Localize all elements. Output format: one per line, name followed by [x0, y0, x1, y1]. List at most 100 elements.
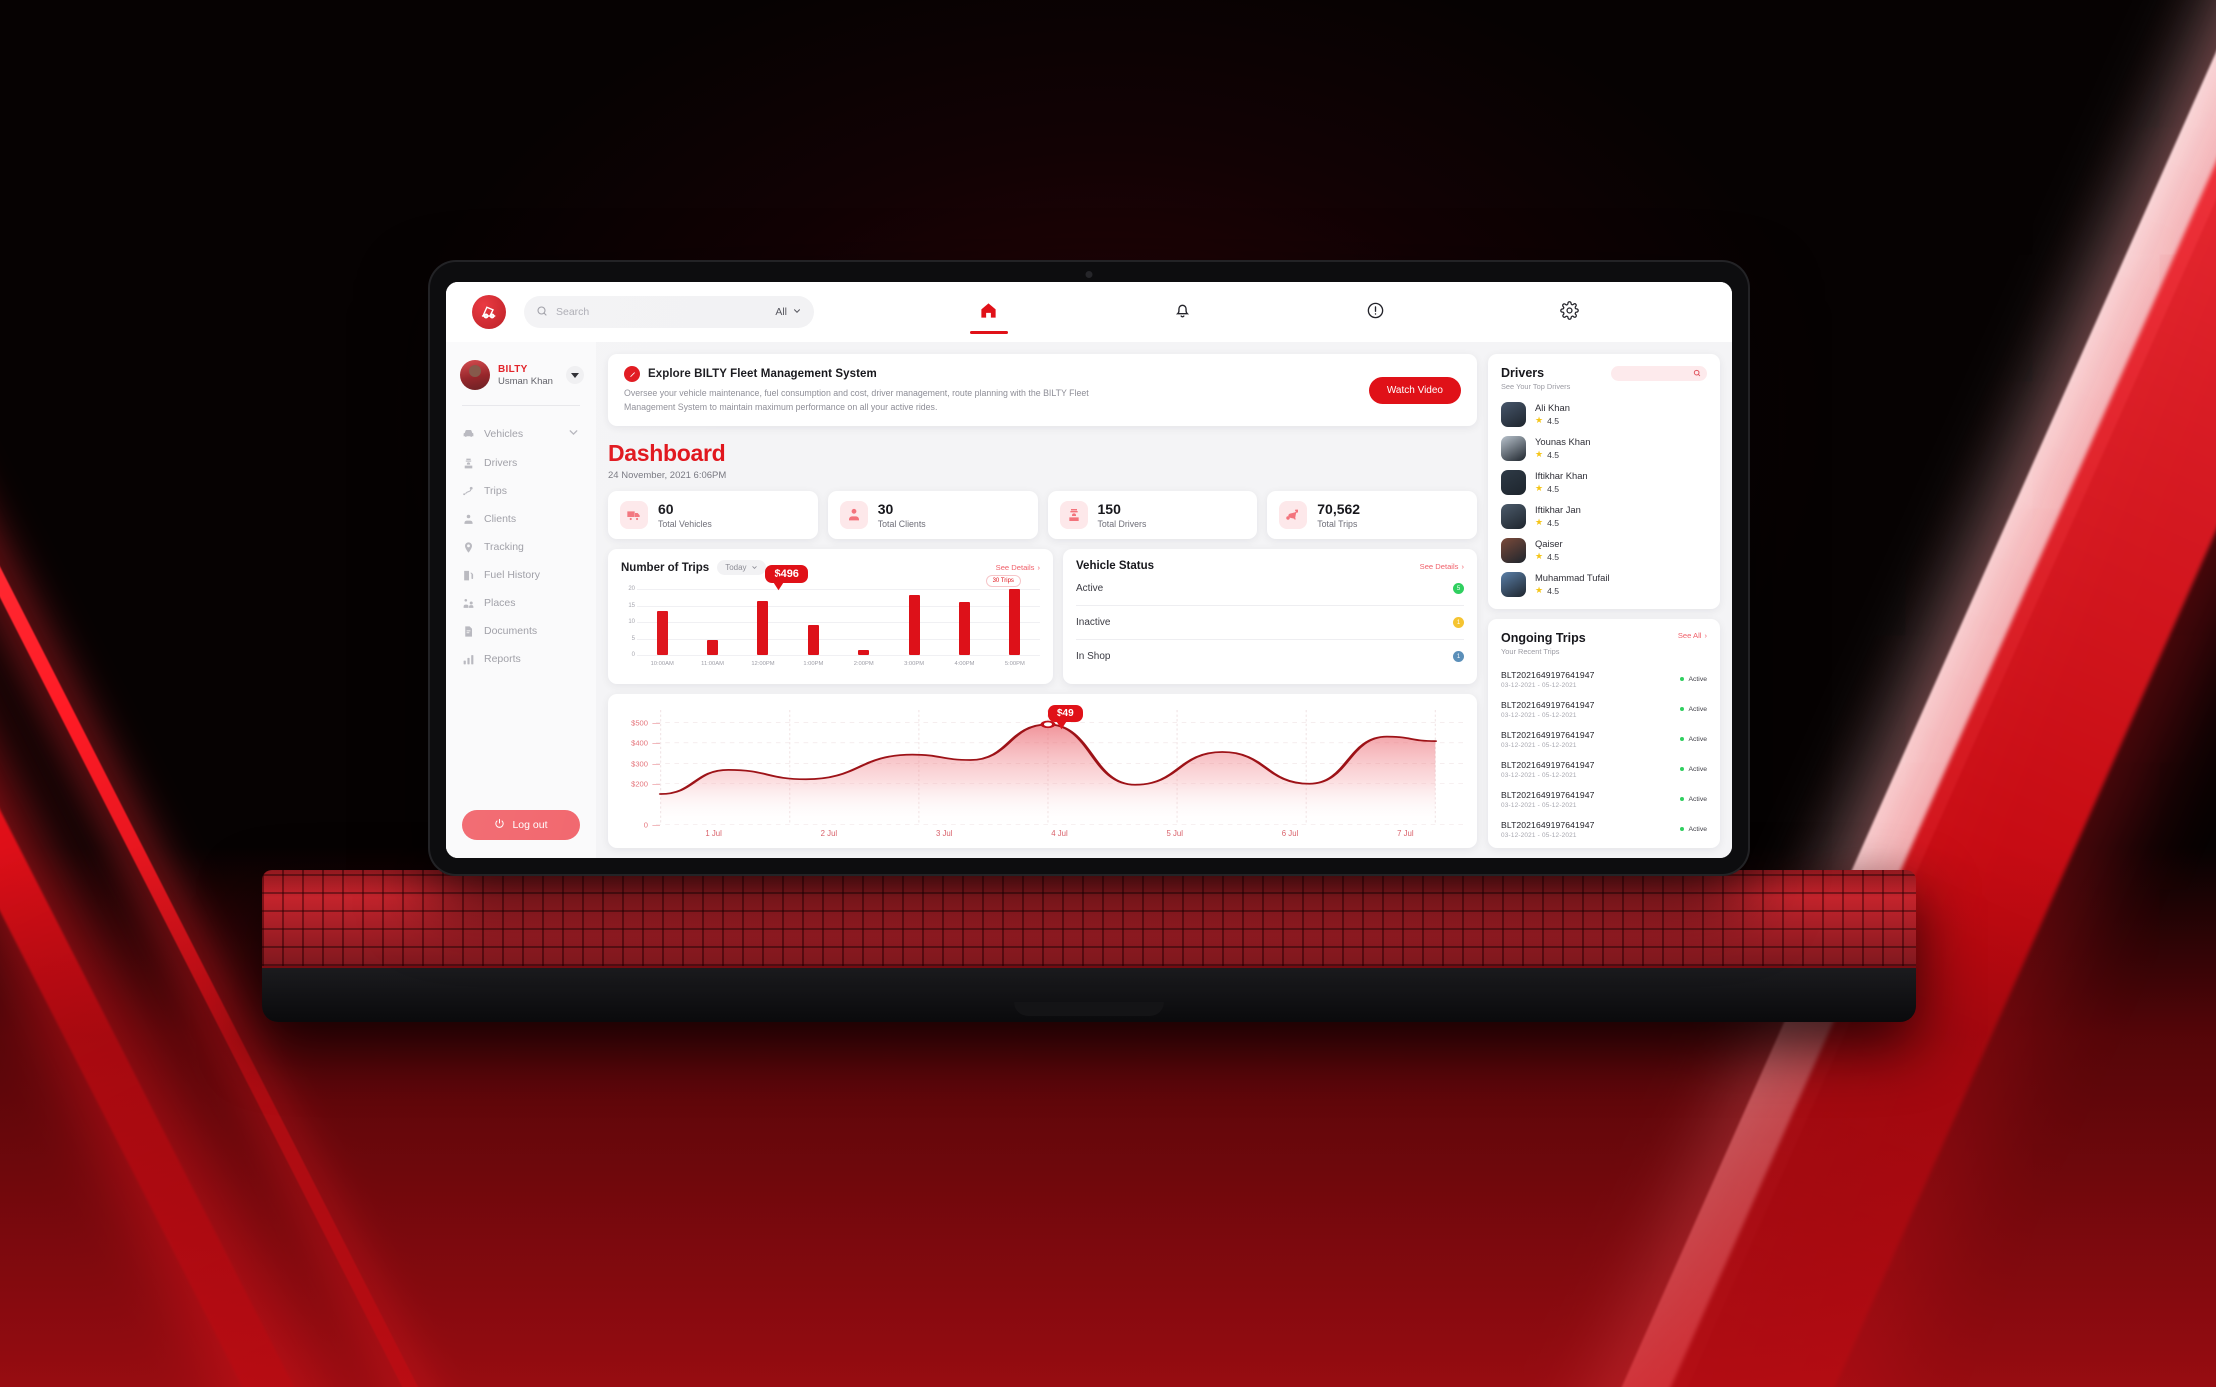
driver-row[interactable]: Iftikhar Jan ★ 4.5: [1501, 499, 1707, 533]
driver-row[interactable]: Younas Khan ★ 4.5: [1501, 431, 1707, 465]
sidebar-item-fuel-history[interactable]: Fuel History: [446, 561, 596, 589]
driver-name: Muhammad Tufail: [1535, 572, 1610, 583]
ongoing-trip-row[interactable]: BLT2021649197641947 03-12-2021 - 05-12-20…: [1501, 724, 1707, 754]
vehicle-status-see-details-link[interactable]: See Details ›: [1420, 562, 1464, 571]
bar[interactable]: [807, 624, 819, 656]
nav-settings[interactable]: [1534, 282, 1604, 342]
stat-label: Total Vehicles: [658, 519, 712, 530]
trip-status-label: Active: [1688, 825, 1707, 833]
nav-alerts[interactable]: [1341, 282, 1411, 342]
bar[interactable]: [1009, 589, 1021, 656]
stat-card-total-drivers[interactable]: 150 Total Drivers: [1047, 491, 1258, 540]
ongoing-trips-see-all-link[interactable]: See All ›: [1678, 631, 1707, 640]
area-chart-x-tick: 1 Jul: [705, 829, 722, 838]
sidebar-item-clients[interactable]: Clients: [446, 505, 596, 533]
sidebar: BILTY Usman Khan Vehicles Drivers Trips …: [446, 342, 596, 858]
chevron-right-icon: ›: [1704, 631, 1707, 640]
stat-card-total-clients[interactable]: 30 Total Clients: [827, 491, 1038, 540]
sidebar-item-reports[interactable]: Reports: [446, 645, 596, 673]
sidebar-label: Reports: [484, 653, 521, 665]
trips-period-select[interactable]: Today: [717, 560, 766, 576]
ongoing-trip-row[interactable]: BLT2021649197641947 03-12-2021 - 05-12-20…: [1501, 784, 1707, 814]
drivers-card: Drivers See Your Top Drivers Ali Khan ★ …: [1488, 354, 1720, 609]
trip-status-badge: Active: [1680, 826, 1707, 833]
bar[interactable]: [858, 649, 870, 656]
drivers-list: Ali Khan ★ 4.5 Younas Khan ★ 4.5 Iftikhar Khan…: [1501, 397, 1707, 601]
stat-value: 30: [877, 501, 894, 518]
sidebar-label: Drivers: [484, 457, 518, 469]
nav-home[interactable]: [954, 282, 1024, 342]
driver-rating: 4.5: [1547, 517, 1560, 528]
logout-button[interactable]: Log out: [462, 810, 580, 840]
bar[interactable]: [656, 610, 668, 656]
sidebar-item-tracking[interactable]: Tracking: [446, 533, 596, 561]
status-dot: [1680, 707, 1685, 711]
star-icon: ★: [1535, 517, 1544, 527]
vehicle-status-row[interactable]: In Shop 1: [1076, 640, 1464, 673]
sidebar-item-drivers[interactable]: Drivers: [446, 449, 596, 477]
trip-id: BLT2021649197641947: [1501, 669, 1595, 680]
bar[interactable]: [908, 594, 920, 656]
stat-value: 70,562: [1317, 501, 1361, 518]
area-chart-tooltip: $49: [1047, 705, 1083, 723]
trips-see-details-link[interactable]: See Details ›: [996, 563, 1040, 572]
trip-status-label: Active: [1688, 765, 1707, 773]
ongoing-trip-row[interactable]: BLT2021649197641947 03-12-2021 - 05-12-20…: [1501, 814, 1707, 844]
nav-notifications[interactable]: [1147, 282, 1217, 342]
area-chart-x-tick: 3 Jul: [935, 829, 953, 838]
search-input[interactable]: [556, 306, 768, 318]
profile-brand: BILTY: [498, 363, 528, 375]
drivers-header: Drivers See Your Top Drivers: [1501, 366, 1707, 391]
drivers-search-input[interactable]: [1611, 366, 1707, 381]
status-dot: [1680, 737, 1685, 741]
stat-value: 150: [1097, 501, 1121, 518]
bar[interactable]: [757, 600, 769, 656]
area-chart-fill: [660, 724, 1436, 825]
stat-card-total-vehicles[interactable]: 60 Total Vehicles: [608, 491, 818, 540]
bilty-logo-icon[interactable]: [472, 295, 506, 329]
sidebar-item-places[interactable]: Places: [446, 589, 596, 617]
profile-block[interactable]: BILTY Usman Khan: [446, 356, 596, 390]
search-bar[interactable]: All: [524, 296, 814, 328]
profile-dropdown-icon[interactable]: [566, 366, 584, 384]
ongoing-trip-row[interactable]: BLT2021649197641947 03-12-2021 - 05-12-20…: [1501, 754, 1707, 784]
mid-row: Number of Trips Today See Details › 0 5 …: [608, 549, 1477, 685]
driver-name: Ali Khan: [1535, 402, 1570, 413]
webcam: [1085, 271, 1093, 278]
bar[interactable]: [707, 639, 719, 656]
banner-description: Oversee your vehicle maintenance, fuel c…: [624, 388, 1089, 412]
driver-name: Iftikhar Jan: [1535, 504, 1581, 515]
driver-row[interactable]: Muhammad Tufail ★ 4.5: [1501, 567, 1707, 601]
driver-rating: 4.5: [1547, 415, 1560, 426]
driver-rating: 4.5: [1547, 449, 1560, 460]
watch-video-button[interactable]: Watch Video: [1368, 376, 1461, 404]
sidebar-item-vehicles[interactable]: Vehicles: [446, 418, 596, 449]
vehicle-status-row[interactable]: Active 5: [1076, 572, 1464, 607]
bar-chart-y-tick: 10: [628, 619, 635, 626]
stat-card-total-trips[interactable]: 70,562 Total Trips: [1267, 491, 1477, 540]
ongoing-trip-row[interactable]: BLT2021649197641947 03-12-2021 - 05-12-20…: [1501, 694, 1707, 724]
driver-icon: [1059, 501, 1088, 530]
bar-chart-x-tick: 10:00AM: [650, 661, 674, 668]
fleet-dashboard-app: All: [446, 282, 1732, 858]
laptop-front-edge: [262, 968, 1916, 1022]
ongoing-trip-row[interactable]: BLT2021649197641947 03-12-2021 - 05-12-20…: [1501, 664, 1707, 694]
bar[interactable]: [958, 602, 970, 656]
sidebar-item-trips[interactable]: Trips: [446, 477, 596, 505]
bar-chart-bars: [637, 589, 1040, 656]
sidebar-item-documents[interactable]: Documents: [446, 617, 596, 645]
vehicle-status-row[interactable]: Inactive 1: [1076, 606, 1464, 641]
logout-label: Log out: [512, 819, 548, 831]
bar-chart-y-tick: 5: [631, 635, 635, 642]
ongoing-trips-list: BLT2021649197641947 03-12-2021 - 05-12-20…: [1501, 664, 1707, 844]
star-icon: ★: [1535, 551, 1544, 561]
status-dot: [1680, 827, 1685, 831]
vehicle-status-list: Active 5 Inactive 1 In Shop 1: [1076, 572, 1464, 673]
search-filter-select[interactable]: All: [775, 306, 802, 319]
driver-row[interactable]: Ali Khan ★ 4.5: [1501, 397, 1707, 431]
driver-row[interactable]: Iftikhar Khan ★ 4.5: [1501, 465, 1707, 499]
ongoing-trips-title: Ongoing Trips: [1501, 631, 1586, 645]
status-badge: 5: [1453, 583, 1464, 595]
ongoing-trips-subtitle: Your Recent Trips: [1501, 647, 1560, 656]
driver-row[interactable]: Qaiser ★ 4.5: [1501, 533, 1707, 567]
